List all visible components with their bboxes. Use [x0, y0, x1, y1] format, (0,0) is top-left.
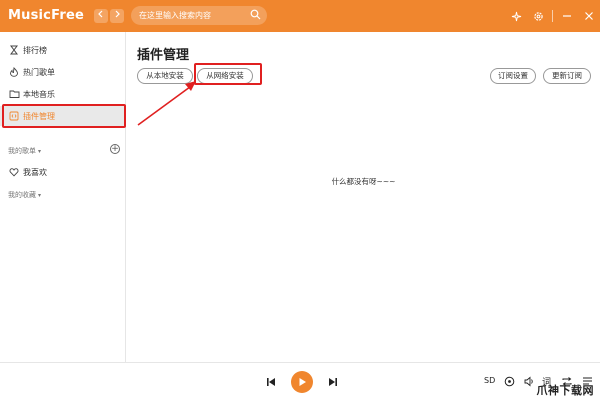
annotation-highlight-sidebar: [2, 104, 126, 128]
minimize-button[interactable]: [556, 0, 578, 32]
theme-icon: [511, 11, 521, 21]
update-subscription-button[interactable]: 更新订阅: [543, 68, 591, 84]
section-label: 我的歌单: [8, 147, 36, 155]
volume-button[interactable]: [522, 374, 536, 388]
back-button[interactable]: [94, 9, 108, 23]
sidebar: 排行榜 热门歌单 本地音乐 插件管理 我的歌单 ▾ + 我喜欢 我的收藏 ▾: [0, 32, 126, 362]
page-title: 插件管理: [137, 48, 190, 63]
play-icon: [299, 378, 306, 386]
my-collections-header[interactable]: 我的收藏 ▾: [8, 190, 41, 200]
player-bar: SD 词: [0, 362, 600, 400]
prev-icon: [267, 378, 275, 386]
sidebar-item-label: 我喜欢: [23, 167, 47, 177]
settings-button[interactable]: [527, 0, 549, 32]
sidebar-item-favorites[interactable]: 我喜欢: [0, 162, 126, 182]
my-playlists-header[interactable]: 我的歌单 ▾: [8, 146, 41, 156]
prev-button[interactable]: [264, 375, 278, 389]
caret-down-icon: ▾: [38, 191, 42, 199]
chevron-right-icon: [115, 10, 120, 18]
divider: [552, 10, 553, 22]
annotation-highlight-network-install: [194, 63, 262, 85]
sidebar-item-charts[interactable]: 排行榜: [0, 40, 126, 60]
folder-icon: [8, 89, 20, 99]
sidebar-item-local-music[interactable]: 本地音乐: [0, 84, 126, 104]
settings-icon: [533, 11, 543, 21]
sidebar-item-label: 热门歌单: [23, 67, 55, 77]
fire-icon: [8, 67, 20, 77]
next-icon: [329, 378, 337, 386]
volume-icon: [524, 376, 533, 386]
minimize-icon: [563, 15, 571, 17]
forward-button[interactable]: [110, 9, 124, 23]
sound-effect-button[interactable]: [502, 374, 516, 388]
heart-icon: [8, 167, 20, 177]
window-controls: [505, 0, 600, 32]
watermark-text: 爪神下载网: [536, 384, 594, 397]
add-playlist-button[interactable]: +: [110, 144, 120, 154]
app-window: MusicFree 在这里输入搜索内容 排行榜 热门歌单 本地音乐 插件管理 我…: [0, 0, 600, 400]
install-local-button[interactable]: 从本地安装: [137, 68, 193, 84]
plus-icon: +: [111, 144, 119, 154]
app-logo: MusicFree: [8, 8, 84, 23]
caret-down-icon: ▾: [38, 147, 42, 155]
close-button[interactable]: [578, 0, 600, 32]
next-button[interactable]: [326, 375, 340, 389]
close-icon: [585, 12, 593, 20]
quality-button[interactable]: SD: [484, 376, 495, 385]
search-input[interactable]: 在这里输入搜索内容: [131, 6, 267, 25]
section-label: 我的收藏: [8, 191, 36, 199]
title-bar: MusicFree 在这里输入搜索内容: [0, 0, 600, 32]
theme-button[interactable]: [505, 0, 527, 32]
subscription-settings-button[interactable]: 订阅设置: [490, 68, 536, 84]
hourglass-icon: [8, 45, 20, 55]
empty-state-text: 什么都没有呀~~~: [331, 177, 396, 186]
sidebar-item-hot-playlists[interactable]: 热门歌单: [0, 62, 126, 82]
chevron-left-icon: [98, 10, 103, 18]
search-icon[interactable]: [250, 9, 261, 20]
sound-icon: [504, 376, 514, 386]
search-placeholder: 在这里输入搜索内容: [139, 11, 211, 20]
sidebar-item-label: 排行榜: [23, 45, 47, 55]
play-button[interactable]: [291, 371, 313, 393]
sidebar-item-label: 本地音乐: [23, 89, 55, 99]
